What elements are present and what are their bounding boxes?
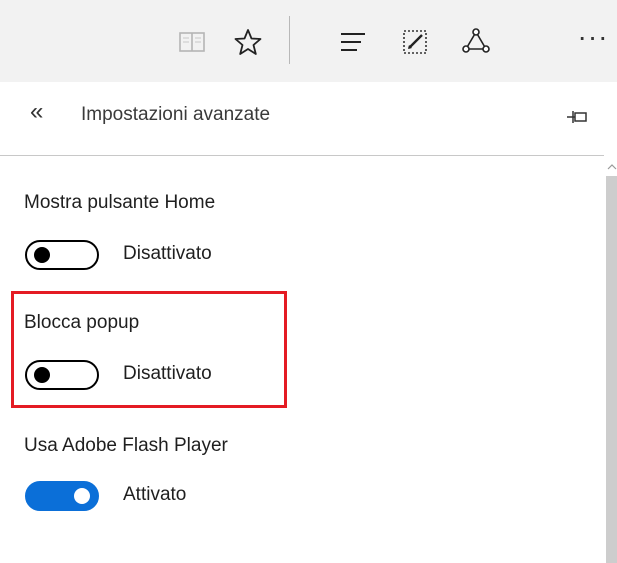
block-popups-toggle[interactable] [25, 360, 99, 390]
panel-title: Impostazioni avanzate [81, 104, 271, 125]
more-icon[interactable]: ··· [573, 22, 613, 62]
toggle-knob [34, 367, 50, 383]
browser-toolbar: ··· [0, 0, 617, 82]
reading-view-icon[interactable] [172, 22, 212, 62]
setting-label-flash-player: Usa Adobe Flash Player [24, 435, 228, 456]
home-button-toggle[interactable] [25, 240, 99, 270]
setting-label-block-popups: Blocca popup [24, 312, 140, 333]
toggle-knob [74, 488, 90, 504]
scroll-up-arrow-icon[interactable] [607, 158, 617, 176]
flash-player-state: Attivato [123, 484, 187, 505]
hub-icon[interactable] [333, 22, 373, 62]
header-divider [0, 155, 604, 156]
highlight-box [11, 291, 287, 408]
pin-icon[interactable] [566, 108, 588, 131]
flash-player-toggle[interactable] [25, 481, 99, 511]
favorite-star-icon[interactable] [228, 22, 268, 62]
back-icon[interactable]: « [30, 100, 43, 124]
setting-label-home-button: Mostra pulsante Home [24, 192, 216, 213]
toggle-knob [34, 247, 50, 263]
toolbar-separator [289, 16, 290, 64]
scrollbar-thumb[interactable] [606, 176, 617, 563]
more-label: ··· [577, 21, 609, 52]
share-icon[interactable] [456, 22, 496, 62]
block-popups-state: Disattivato [123, 363, 212, 384]
web-note-icon[interactable] [395, 22, 435, 62]
home-button-state: Disattivato [123, 243, 212, 264]
